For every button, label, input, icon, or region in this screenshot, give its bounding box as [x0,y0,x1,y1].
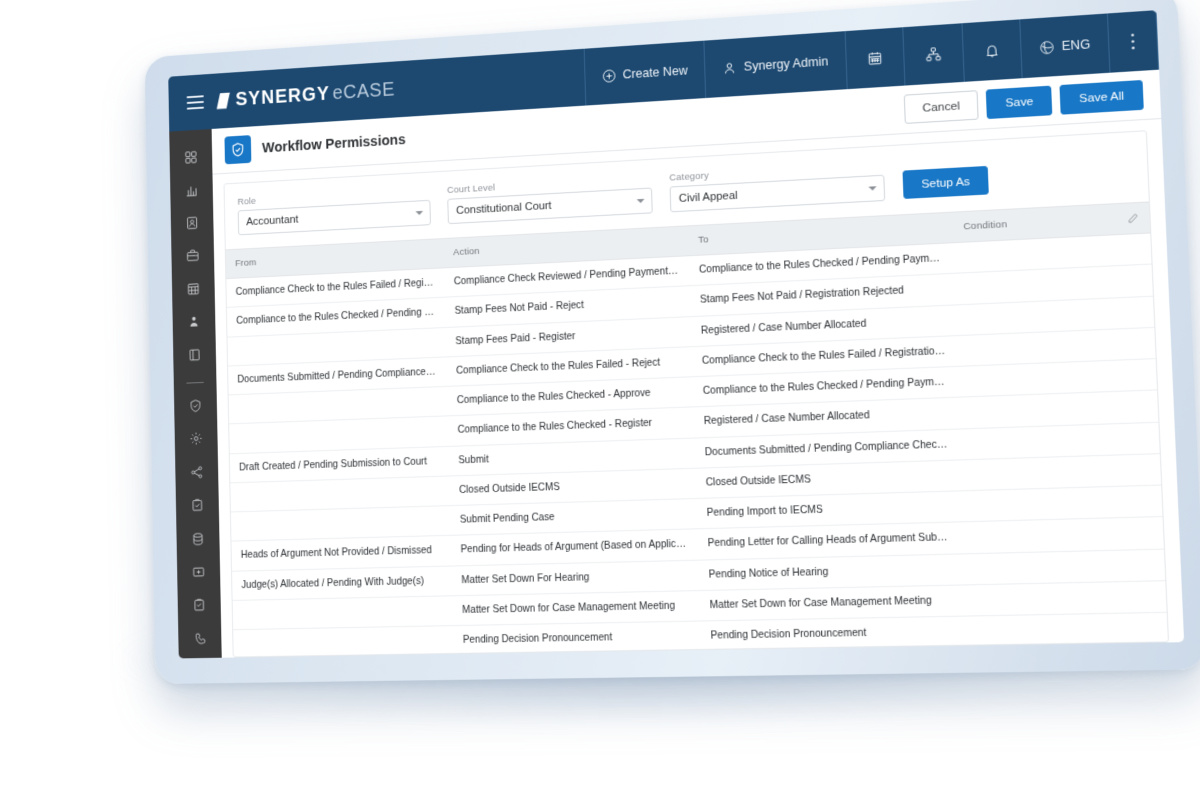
briefcase-icon [186,248,200,268]
cell-condition [969,644,1168,657]
cell-condition [963,485,1163,523]
calendar-button[interactable] [844,27,905,90]
cell-condition [965,548,1166,585]
sidebar-divider [186,381,204,384]
save-button[interactable]: Save [986,86,1053,119]
dashboard-grid-icon [184,150,198,170]
gear-icon [189,431,203,451]
logo-text-ecase: eCASE [332,78,396,104]
cell-from: Judge(s) Allocated / Pending With Judge(… [231,565,453,601]
cell-to: Matter Set Down for Case Management Meet… [699,584,968,622]
tablet-screen: SYNERGY eCASE Create New Synergy Admin E… [168,10,1185,659]
sidebar-item-contacts[interactable] [171,208,214,243]
clipboard-check-icon [190,498,204,518]
pencil-edit-icon[interactable] [1127,212,1139,224]
more-vertical-icon [1130,32,1136,51]
user-account-label: Synergy Admin [743,54,829,74]
synergy-logo-mark [216,92,230,109]
page-header-actions: Cancel Save Save All [903,80,1144,124]
hamburger-menu-icon[interactable] [186,95,204,110]
workflow-permissions-table: From Action To Condition Compliance Chec… [225,201,1168,657]
sidebar-item-workflow[interactable] [175,457,218,492]
shield-check-icon [224,135,252,165]
language-button[interactable]: ENG [1018,13,1110,79]
sidebar-item-calendar[interactable] [172,274,215,309]
sidebar-item-tasks[interactable] [176,491,219,526]
chevron-down-icon [868,186,877,191]
bar-chart-icon [185,183,199,203]
tablet-device-frame: SYNERGY eCASE Create New Synergy Admin E… [144,0,1200,685]
sidebar-item-dashboard[interactable] [169,142,212,177]
cell-condition [967,612,1168,648]
sidebar-item-settings[interactable] [175,424,218,459]
more-options-button[interactable] [1106,10,1160,73]
database-icon [191,531,205,551]
plus-circle-icon [601,68,616,84]
sidebar-item-reports[interactable] [170,175,213,210]
body-area: Workflow Permissions Cancel Save Save Al… [169,69,1185,659]
cell-action: Matter Set Down for Case Management Meet… [452,590,701,626]
sidebar-item-library[interactable] [173,340,216,375]
calendar-grid-icon [186,281,200,301]
setup-as-button[interactable]: Setup As [902,165,990,199]
clipboard-edit-icon [192,598,206,618]
add-box-icon [192,565,206,585]
scene: SYNERGY eCASE Create New Synergy Admin E… [0,0,1200,800]
cell-to: Urgency Not Confirmed [701,647,971,657]
cell-to: Pending Decision Pronouncement [700,616,970,652]
language-label: ENG [1061,37,1091,54]
column-header-condition-label: Condition [963,219,1008,233]
court-level-field: Court Level Constitutional Court [447,174,653,225]
category-value: Civil Appeal [678,189,738,205]
workflow-table-scroll[interactable]: From Action To Condition Compliance Chec… [225,201,1168,657]
save-all-button[interactable]: Save All [1059,80,1144,115]
cell-action: Pending Decision Pronouncement [453,621,702,656]
table-body: Compliance Check to the Rules Failed / R… [226,232,1168,657]
user-account-button[interactable]: Synergy Admin [703,31,847,99]
create-new-label: Create New [622,63,688,82]
share-network-icon [190,465,204,485]
logo-text-synergy: SYNERGY [235,82,331,110]
phone-icon [193,631,207,651]
notifications-button[interactable] [961,19,1022,82]
cell-action: Urgency Not Confirmed [453,651,703,657]
role-value: Accountant [246,213,299,229]
sidebar-item-support[interactable] [178,624,222,658]
book-icon [188,347,202,367]
app-logo[interactable]: SYNERGY eCASE [216,78,395,112]
contact-card-icon [185,215,199,235]
cell-condition [966,580,1167,617]
sidebar-item-permissions[interactable] [174,391,217,426]
person-badge-icon [187,314,201,334]
sidebar-item-checklist[interactable] [178,591,222,625]
sidebar-item-judges[interactable] [172,307,215,342]
sidebar-item-cases[interactable] [171,241,214,276]
create-new-button[interactable]: Create New [583,40,706,106]
calendar-icon [866,50,883,67]
category-field: Category Civil Appeal [669,161,886,213]
page-header-left: Workflow Permissions [224,126,406,165]
court-level-value: Constitutional Court [455,199,552,217]
content-card: Role Accountant Court Level Constitution… [223,130,1170,658]
page-title: Workflow Permissions [261,131,406,156]
cell-condition [964,516,1164,554]
globe-icon [1038,39,1054,55]
role-field: Role Accountant [237,186,431,236]
bell-icon [984,42,1000,59]
chevron-down-icon [636,198,645,204]
sidebar-item-database[interactable] [176,524,219,558]
sidebar-item-add-record[interactable] [177,557,220,591]
cell-from [233,625,454,657]
chevron-down-icon [415,210,424,216]
cell-from [232,595,454,630]
main-content: Workflow Permissions Cancel Save Save Al… [211,69,1185,658]
cancel-button[interactable]: Cancel [903,90,980,124]
sitemap-button[interactable] [901,23,964,86]
sitemap-icon [924,46,942,63]
user-icon [722,60,737,76]
shield-check-icon [189,398,203,418]
